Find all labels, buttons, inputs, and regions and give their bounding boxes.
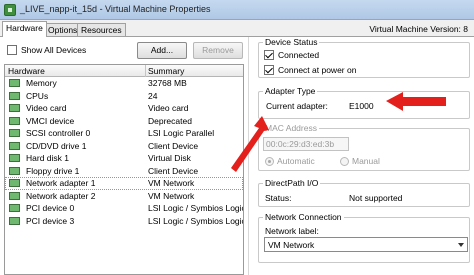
hardware-row-name: Hard disk 1 [26, 153, 69, 163]
hard-disk-icon [9, 154, 20, 162]
hardware-row[interactable]: Floppy drive 1 Client Device [5, 165, 243, 178]
hardware-rows: Memory 32768 MB CPUs 24 Video card Video card… [5, 77, 243, 227]
hardware-table-header: Hardware Summary [5, 65, 243, 77]
hardware-row[interactable]: Network adapter 2 VM Network [5, 190, 243, 203]
pane-divider [248, 37, 249, 275]
connect-at-power-on-box[interactable] [264, 65, 274, 75]
hardware-row[interactable]: CD/DVD drive 1 Client Device [5, 140, 243, 153]
tab-hardware[interactable]: Hardware [2, 21, 47, 37]
hardware-row-summary: Client Device [148, 140, 199, 151]
automatic-radio-dot[interactable] [265, 157, 274, 166]
hardware-row-name: PCI device 0 [26, 203, 75, 213]
hardware-row-summary: LSI Logic / Symbios Logic [148, 215, 244, 226]
pci-device-icon [9, 204, 20, 212]
hardware-row[interactable]: Network adapter 1 VM Network [5, 177, 243, 190]
hardware-row-summary: 24 [148, 90, 158, 101]
show-all-devices-label: Show All Devices [21, 45, 87, 55]
network-label-value: VM Network [268, 240, 315, 250]
hardware-row-summary: Virtual Disk [148, 153, 191, 163]
video-card-icon [9, 104, 20, 112]
connected-checkbox[interactable]: Connected [264, 50, 319, 60]
directpath-title: DirectPath I/O [263, 178, 321, 188]
window-title: _LIVE_napp-it_15d - Virtual Machine Prop… [20, 4, 211, 14]
connected-box[interactable] [264, 50, 274, 60]
mac-address-title: MAC Address [263, 123, 319, 133]
directpath-status-value: Not supported [349, 193, 403, 203]
hardware-row-name: CPUs [26, 90, 49, 101]
hardware-row-summary: Deprecated [148, 115, 192, 126]
add-button[interactable]: Add... [137, 42, 187, 59]
cd-dvd-drive-icon [9, 141, 20, 150]
floppy-drive-icon [9, 166, 20, 175]
current-adapter-label: Current adapter: [266, 101, 328, 111]
hardware-row[interactable]: VMCI device Deprecated [5, 115, 243, 128]
network-adapter-icon [9, 191, 20, 200]
hardware-row[interactable]: Hard disk 1 Virtual Disk [5, 152, 243, 165]
column-divider [145, 65, 146, 77]
hardware-row-name: Video card [26, 103, 67, 113]
automatic-label: Automatic [277, 156, 315, 166]
hardware-row-name: Network adapter 1 [26, 178, 96, 188]
tab-options[interactable]: Options [44, 23, 82, 37]
automatic-radio[interactable]: Automatic [265, 156, 315, 166]
hardware-row[interactable]: Video card Video card [5, 102, 243, 115]
hardware-row-summary: 32768 MB [148, 78, 187, 88]
hardware-row[interactable]: Memory 32768 MB [5, 77, 243, 90]
adapter-type-title: Adapter Type [263, 86, 318, 96]
device-status-title: Device Status [263, 37, 320, 47]
column-summary[interactable]: Summary [148, 66, 184, 76]
manual-label: Manual [352, 156, 380, 166]
chevron-down-icon[interactable] [458, 243, 464, 247]
show-all-devices-box[interactable] [7, 45, 17, 55]
hardware-row-summary: VM Network [148, 178, 195, 188]
memory-icon [9, 79, 20, 87]
network-label-select[interactable]: VM Network [264, 237, 468, 252]
hardware-row-summary: Video card [148, 103, 189, 113]
manual-radio-dot[interactable] [340, 157, 349, 166]
hardware-row[interactable]: CPUs 24 [5, 90, 243, 103]
hardware-row-summary: Client Device [148, 165, 199, 176]
hardware-row-name: CD/DVD drive 1 [26, 140, 87, 151]
hardware-row[interactable]: PCI device 3 LSI Logic / Symbios Logic [5, 215, 243, 228]
mac-address-value: 00:0c:29:d3:ed:3b [266, 139, 335, 149]
scsi-controller-icon [9, 129, 20, 137]
connect-at-power-on-label: Connect at power on [278, 65, 357, 75]
connected-label: Connected [278, 50, 320, 60]
hardware-row-name: Floppy drive 1 [26, 165, 80, 176]
hardware-row-name: PCI device 3 [26, 215, 75, 226]
hardware-row-name: Network adapter 2 [26, 190, 96, 201]
network-label-caption: Network label: [265, 226, 319, 236]
tab-resources[interactable]: Resources [77, 23, 126, 37]
network-connection-title: Network Connection [263, 212, 344, 222]
title-bar: _LIVE_napp-it_15d - Virtual Machine Prop… [0, 0, 474, 20]
hardware-row-summary: LSI Logic / Symbios Logic [148, 203, 244, 213]
column-hardware[interactable]: Hardware [8, 66, 45, 76]
current-adapter-value: E1000 [349, 101, 374, 111]
network-adapter-icon [9, 179, 20, 187]
directpath-status-label: Status: [265, 193, 292, 203]
hardware-row[interactable]: PCI device 0 LSI Logic / Symbios Logic [5, 202, 243, 215]
hardware-row-name: SCSI controller 0 [26, 128, 91, 138]
hardware-row-name: Memory [26, 78, 57, 88]
connect-at-power-on-checkbox[interactable]: Connect at power on [264, 65, 356, 75]
manual-radio[interactable]: Manual [340, 156, 380, 166]
vm-app-icon [4, 4, 16, 16]
vm-version-label: Virtual Machine Version: 8 [369, 24, 468, 34]
mac-address-field[interactable]: 00:0c:29:d3:ed:3b [263, 137, 349, 151]
hardware-row[interactable]: SCSI controller 0 LSI Logic Parallel [5, 127, 243, 140]
pci-device-icon [9, 216, 20, 225]
remove-button[interactable]: Remove [193, 42, 243, 59]
show-all-devices-checkbox[interactable]: Show All Devices [7, 45, 86, 55]
hardware-row-name: VMCI device [26, 115, 75, 126]
cpu-icon [9, 91, 20, 100]
vmci-device-icon [9, 116, 20, 125]
hardware-row-summary: VM Network [148, 190, 195, 201]
hardware-row-summary: LSI Logic Parallel [148, 128, 215, 138]
hardware-table: Hardware Summary Memory 32768 MB CPUs 24 Vid… [4, 64, 244, 275]
